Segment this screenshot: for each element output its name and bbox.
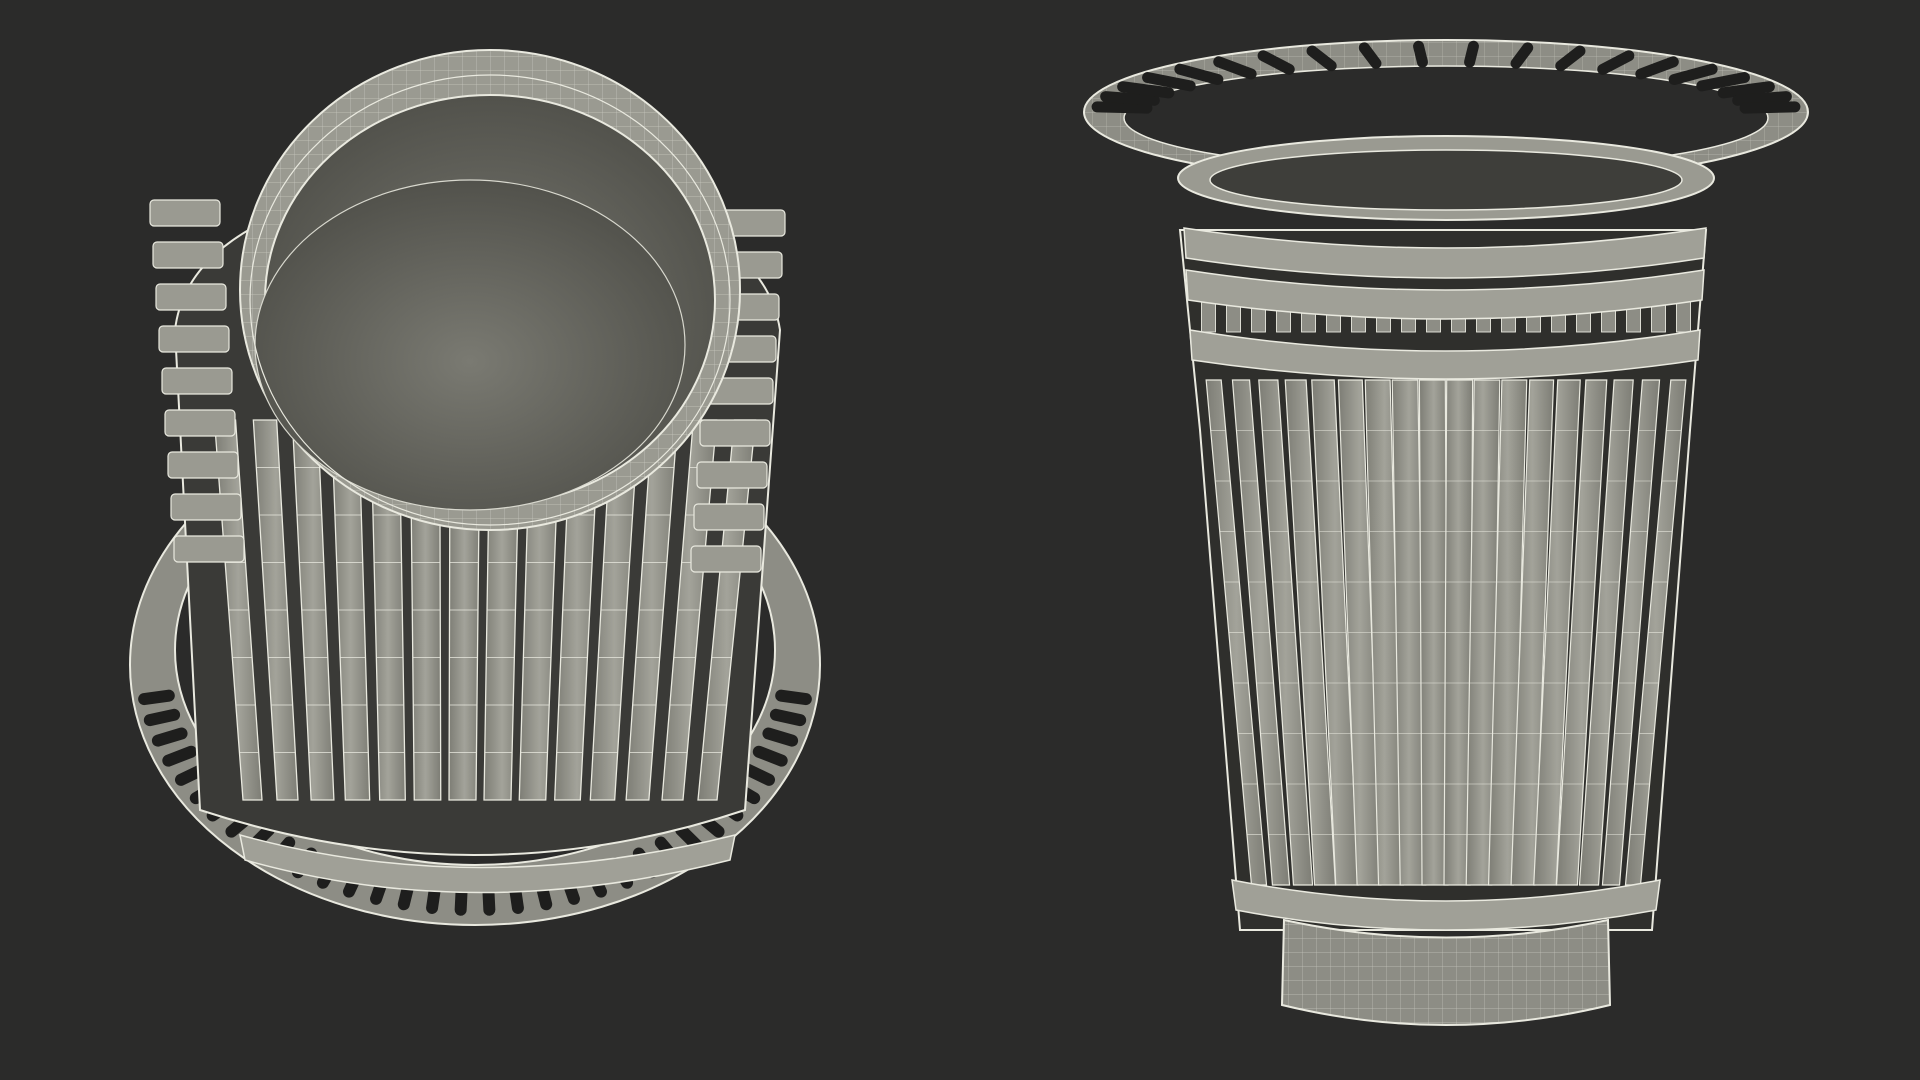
side-slat-right — [690, 545, 762, 573]
upper-short-slat — [1676, 299, 1691, 333]
bin-top-view — [129, 49, 821, 926]
base-slot — [762, 727, 799, 747]
render-canvas — [129, 39, 1809, 1026]
base-slot — [752, 745, 788, 767]
flare-slot — [1100, 91, 1160, 106]
side-slat-left — [152, 241, 224, 269]
side-slat-right — [699, 419, 771, 447]
bin-foot-wire — [1282, 920, 1610, 1025]
base-slot — [151, 727, 188, 747]
bin-front-view — [1083, 39, 1809, 1026]
base-slot — [775, 689, 812, 706]
side-slat-left — [155, 283, 227, 311]
base-slot — [769, 708, 807, 727]
flare-slot — [1732, 91, 1792, 106]
base-slot — [138, 689, 175, 706]
flare-slot — [1413, 40, 1428, 68]
side-slat-right — [696, 461, 768, 489]
side-slat-left — [167, 451, 239, 479]
side-slat-left — [149, 199, 221, 227]
flare-slot — [1717, 81, 1775, 99]
bin-opening — [1209, 149, 1683, 211]
base-slot — [143, 708, 181, 727]
flare-slot — [1117, 81, 1175, 99]
flare-slot — [1091, 101, 1153, 114]
upper-short-slat — [1201, 299, 1216, 333]
side-slat-left — [164, 409, 236, 437]
side-slat-right — [693, 503, 765, 531]
base-slot — [162, 745, 198, 767]
flare-slot — [1739, 101, 1801, 114]
flare-slot — [1464, 40, 1479, 68]
bin-interior-floor — [254, 179, 686, 511]
side-slat-left — [158, 325, 230, 353]
side-slat-left — [161, 367, 233, 395]
side-slat-left — [173, 535, 245, 563]
side-slat-left — [170, 493, 242, 521]
